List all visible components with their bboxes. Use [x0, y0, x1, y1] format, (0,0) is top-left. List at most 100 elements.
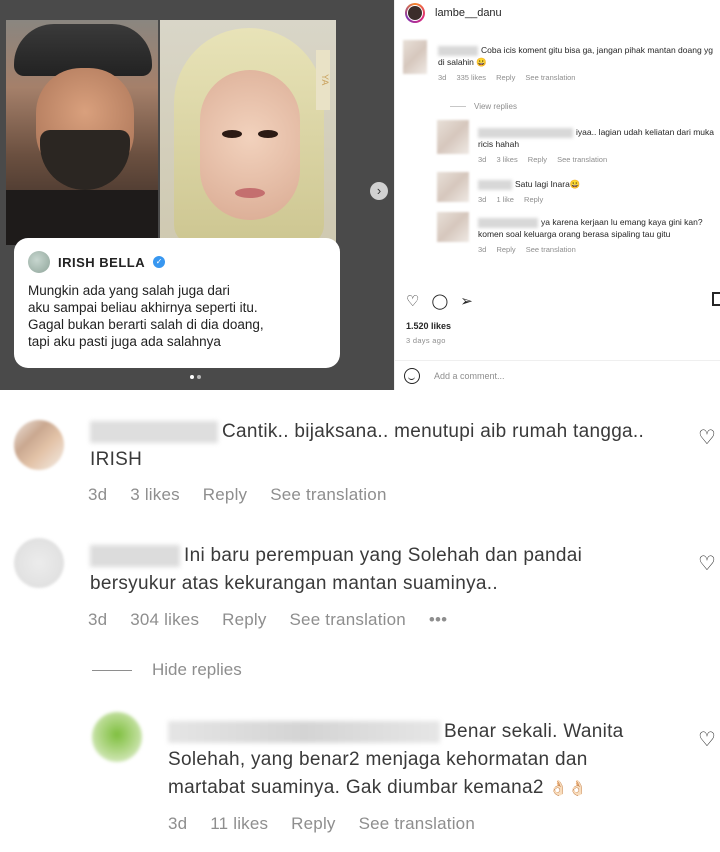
blurred-username[interactable]: [168, 720, 440, 743]
man-photo: [6, 20, 158, 245]
reply-button[interactable]: Reply: [528, 155, 547, 164]
blurred-username[interactable]: [478, 217, 538, 228]
username[interactable]: lambe__danu: [435, 7, 502, 19]
avatar[interactable]: [403, 40, 427, 74]
comment-meta: 3d 11 likes Reply See translation: [168, 814, 493, 834]
bookmark-icon[interactable]: [712, 292, 720, 306]
quote-header: IRISH BELLA ✓: [28, 250, 328, 274]
watermark-badge: YA: [316, 50, 330, 110]
add-comment-input[interactable]: Add a comment...: [434, 371, 505, 381]
post-media[interactable]: YA › IRISH BELLA ✓ Mungkin ada yang sala…: [0, 0, 394, 390]
quote-line: tapi aku pasti juga ada salahnya: [28, 334, 221, 349]
comment: Coba icis koment gitu bisa ga, jangan pi…: [438, 44, 716, 84]
comment-meta: 3d Reply See translation: [478, 244, 714, 256]
comment-time: 3d: [438, 73, 447, 82]
comment-line: Ini baru perempuan yang Solehah dan pand…: [184, 545, 583, 566]
comment-line: martabat suaminya. Gak diumbar kemana2: [168, 777, 544, 798]
carousel-dot: [190, 375, 194, 379]
comment-line: Benar sekali. Wanita: [444, 721, 624, 742]
avatar[interactable]: [437, 120, 469, 154]
woman-photo: YA: [160, 20, 336, 245]
see-translation-link[interactable]: See translation: [270, 485, 386, 504]
eye: [258, 130, 278, 138]
comment-text: Ini baru perempuan yang Solehah dan pand…: [90, 542, 690, 598]
comment-line: Solehah, yang benar2 menjaga kehormatan …: [168, 749, 588, 770]
comment-meta: 3d 304 likes Reply See translation •••: [88, 610, 465, 630]
comment-line: IRISH: [90, 449, 143, 470]
blurred-username[interactable]: [438, 45, 478, 56]
carousel-indicator: [190, 375, 201, 379]
heart-icon[interactable]: ♡: [698, 554, 720, 574]
reply-button[interactable]: Reply: [291, 814, 335, 833]
comment-meta: 3d 1 like Reply: [478, 194, 714, 206]
share-icon[interactable]: ➢: [460, 292, 473, 310]
quote-text: Mungkin ada yang salah juga dari aku sam…: [28, 282, 328, 350]
view-replies-button[interactable]: View replies: [450, 102, 517, 111]
avatar[interactable]: [14, 420, 64, 470]
comment-text: Benar sekali. Wanita Solehah, yang benar…: [168, 718, 698, 803]
reply-button[interactable]: Reply: [496, 245, 515, 254]
verified-icon: ✓: [153, 256, 166, 268]
see-translation-link[interactable]: See translation: [525, 73, 575, 82]
avatar[interactable]: [437, 212, 469, 242]
avatar[interactable]: [405, 3, 425, 23]
avatar[interactable]: [14, 538, 64, 588]
quote-line: Gagal bukan berarti salah di dia doang,: [28, 317, 264, 332]
comment-likes[interactable]: 335 likes: [456, 73, 486, 82]
quote-line: aku sampai beliau akhirnya seperti itu.: [28, 300, 258, 315]
heart-icon[interactable]: ♡: [698, 428, 720, 448]
avatar: [28, 251, 50, 273]
blurred-username[interactable]: [478, 127, 573, 138]
comment-time: 3d: [478, 195, 487, 204]
reply-button[interactable]: Reply: [496, 73, 515, 82]
see-translation-link[interactable]: See translation: [290, 610, 406, 629]
comment-time: 3d: [478, 155, 487, 164]
comment-icon[interactable]: ◯: [431, 292, 448, 310]
post-actions: ♡ ◯ ➢: [406, 292, 473, 310]
hide-replies-button[interactable]: Hide replies: [92, 660, 242, 680]
see-translation-link[interactable]: See translation: [557, 155, 607, 164]
comment-likes[interactable]: 1 like: [496, 195, 514, 204]
shirt: [6, 190, 158, 245]
more-options-icon[interactable]: •••: [429, 610, 447, 629]
blurred-username[interactable]: [478, 179, 512, 190]
quote-line: Mungkin ada yang salah juga dari: [28, 283, 230, 298]
next-slide-button[interactable]: ›: [370, 182, 388, 200]
reply-button[interactable]: Reply: [524, 195, 543, 204]
comment-text: Cantik.. bijaksana.. menutupi aib rumah …: [90, 418, 690, 474]
reply-button[interactable]: Reply: [203, 485, 247, 504]
heart-icon[interactable]: ♡: [698, 730, 720, 750]
comment-text: Satu lagi Inara😀: [515, 179, 581, 189]
avatar[interactable]: [92, 712, 142, 762]
reply-comment: iyaa.. lagian udah keliatan dari muka ri…: [478, 126, 714, 166]
see-translation-link[interactable]: See translation: [359, 814, 475, 833]
chevron-right-icon: ›: [376, 183, 382, 198]
comment-likes[interactable]: 3 likes: [496, 155, 517, 164]
heart-icon[interactable]: ♡: [406, 292, 419, 310]
likes-count[interactable]: 1.520 likes: [406, 321, 451, 331]
comment-text: Coba icis koment gitu bisa ga, jangan pi…: [438, 45, 714, 67]
eye: [222, 130, 242, 138]
carousel-dot: [197, 375, 201, 379]
comment-line: bersyukur atas kekurangan mantan suaminy…: [90, 573, 498, 594]
reply-comment: ya karena kerjaan lu emang kaya gini kan…: [478, 216, 714, 256]
lips: [235, 188, 265, 198]
comment-likes[interactable]: 304 likes: [130, 610, 199, 629]
emoji-icon[interactable]: [404, 367, 420, 384]
comment-line: Cantik.. bijaksana.. menutupi aib rumah …: [222, 421, 645, 442]
blurred-username[interactable]: [90, 544, 180, 567]
comment-likes[interactable]: 11 likes: [210, 814, 268, 833]
see-translation-link[interactable]: See translation: [526, 245, 576, 254]
comment-likes[interactable]: 3 likes: [130, 485, 180, 504]
reply-button[interactable]: Reply: [222, 610, 266, 629]
comment-time: 3d: [168, 814, 188, 833]
post-date: 3 days ago: [406, 336, 446, 345]
ok-hand-emoji: 👌🏻👌🏻: [549, 780, 588, 797]
post-header: lambe__danu: [395, 0, 720, 26]
quote-card: IRISH BELLA ✓ Mungkin ada yang salah jug…: [14, 238, 340, 368]
comment-meta: 3d 3 likes Reply See translation: [478, 154, 714, 166]
comment-meta: 3d 335 likes Reply See translation: [438, 72, 716, 84]
avatar[interactable]: [437, 172, 469, 202]
blurred-username[interactable]: [90, 420, 218, 443]
comment-time: 3d: [88, 610, 108, 629]
